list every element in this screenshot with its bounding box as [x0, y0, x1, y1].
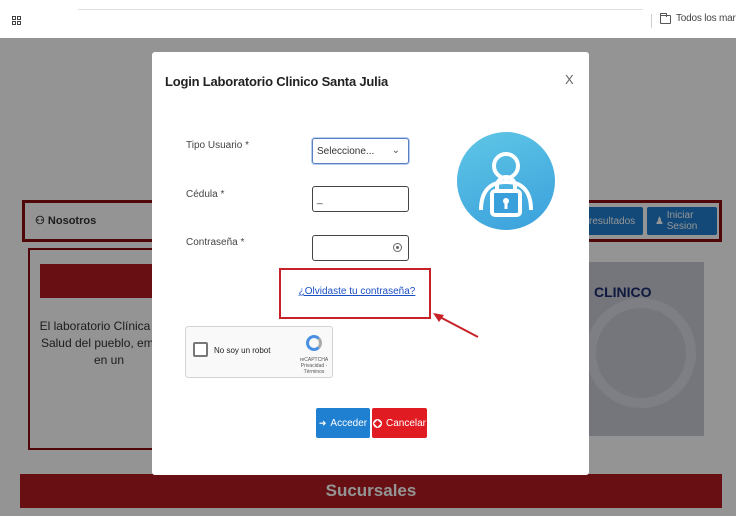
bookmarks-bar: Todos los marcadores: [0, 0, 736, 38]
recaptcha-brand: reCAPTCHA Privacidad - Términos: [294, 357, 334, 375]
cancelar-label: Cancelar: [385, 417, 427, 429]
tipo-usuario-label: Tipo Usuario *: [186, 140, 249, 151]
user-lock-avatar-icon: [457, 132, 555, 230]
address-bar-edge: [78, 9, 643, 10]
recaptcha-label: No soy un robot: [214, 346, 271, 355]
acceder-label: Acceder: [330, 417, 368, 429]
login-modal: Login Laboratorio Clinico Santa Julia X …: [152, 52, 589, 475]
eye-icon[interactable]: [393, 243, 402, 252]
cedula-value: _: [317, 193, 323, 205]
cedula-input[interactable]: _: [312, 186, 409, 212]
chevron-down-icon: ⌄: [391, 145, 400, 156]
bookmarks-divider: [651, 14, 652, 28]
recaptcha-checkbox[interactable]: [193, 342, 208, 357]
contrasena-input[interactable]: [312, 235, 409, 261]
annotation-arrow-icon: [433, 313, 479, 338]
cedula-label: Cédula *: [186, 189, 224, 200]
user-lock-illustration: [479, 152, 533, 217]
sign-in-icon: ➜: [318, 417, 327, 428]
tipo-usuario-label-text: Tipo Usuario: [186, 140, 243, 151]
required-mark: *: [220, 189, 225, 200]
recaptcha-logo-icon: [306, 335, 322, 351]
forgot-password-highlight: ¿Olvidaste tu contraseña?: [279, 268, 431, 319]
all-bookmarks-link[interactable]: Todos los marcadores: [676, 13, 736, 24]
cedula-label-text: Cédula: [186, 189, 218, 200]
modal-title: Login Laboratorio Clinico Santa Julia: [165, 74, 389, 89]
cancelar-button[interactable]: Cancelar: [372, 408, 427, 438]
acceder-button[interactable]: ➜ Acceder: [316, 408, 370, 438]
contrasena-label: Contraseña *: [186, 237, 244, 248]
close-button[interactable]: X: [565, 72, 574, 87]
forgot-password-link[interactable]: ¿Olvidaste tu contraseña?: [281, 286, 433, 297]
tipo-usuario-select[interactable]: Seleccione... ⌄: [312, 138, 409, 164]
required-mark: *: [240, 237, 245, 248]
recaptcha-widget: No soy un robot reCAPTCHA Privacidad - T…: [185, 326, 333, 378]
contrasena-label-text: Contraseña: [186, 237, 238, 248]
recaptcha-terms[interactable]: Privacidad - Términos: [301, 363, 327, 375]
required-mark: *: [245, 140, 250, 151]
folder-icon[interactable]: [660, 13, 671, 24]
apps-grid-icon[interactable]: [12, 16, 21, 25]
tipo-usuario-value: Seleccione...: [317, 145, 375, 157]
cancel-circle-icon: [372, 418, 382, 428]
